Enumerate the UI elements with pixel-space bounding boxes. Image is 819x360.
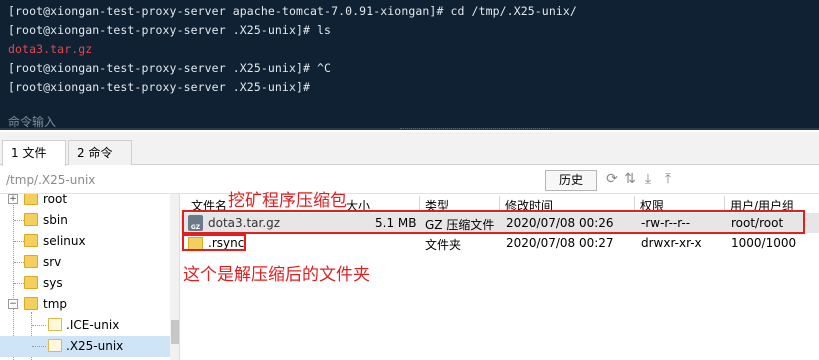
refresh-icon[interactable]: ⟳: [604, 171, 620, 187]
scrollbar-thumb[interactable]: [171, 320, 179, 344]
folder-icon: [24, 297, 38, 310]
tree-item-selected[interactable]: .X25-unix: [0, 336, 170, 357]
terminal-line: [root@xiongan-test-proxy-server .X25-uni…: [8, 80, 311, 94]
folder-icon: [24, 276, 38, 289]
folder-icon: [24, 194, 38, 205]
tree-item-label: .ICE-unix: [66, 318, 120, 332]
tree-item[interactable]: selinux: [0, 231, 170, 252]
tree-item[interactable]: − tmp: [0, 294, 170, 315]
terminal-line: [root@xiongan-test-proxy-server .X25-uni…: [8, 23, 332, 37]
download-icon[interactable]: ⤓: [640, 171, 656, 187]
tree-item-label: srv: [43, 255, 62, 269]
tree-item[interactable]: + root: [0, 194, 170, 210]
terminal-panel[interactable]: [root@xiongan-test-proxy-server apache-t…: [0, 0, 819, 129]
tree-item-label: selinux: [43, 234, 86, 248]
annotation-box-archive: [182, 210, 805, 234]
file-type: 文件夹: [425, 238, 462, 252]
tree-item-label: root: [43, 194, 68, 206]
tree-connector: [14, 262, 24, 263]
file-row[interactable]: .rsync 文件夹 2020/07/08 00:27 drwxr-xr-x 1…: [181, 233, 819, 253]
tree-item-label: sbin: [43, 213, 68, 227]
tree-item[interactable]: sys: [0, 273, 170, 294]
tab-commands[interactable]: 2 命令: [68, 140, 132, 165]
tree-item[interactable]: sbin: [0, 210, 170, 231]
directory-tree[interactable]: + root sbin selinux srv sys − tmp .ICE-u…: [0, 194, 180, 360]
collapse-icon[interactable]: −: [8, 299, 18, 309]
folder-icon: [24, 255, 38, 268]
annotation-archive-note: 挖矿程序压缩包: [228, 191, 347, 211]
expand-icon[interactable]: +: [8, 194, 18, 204]
tree-connector: [14, 283, 24, 284]
terminal-line-highlight: dota3.tar.gz: [8, 42, 93, 56]
sync-icon[interactable]: ⇅: [622, 171, 638, 187]
terminal-line: [root@xiongan-test-proxy-server .X25-uni…: [8, 61, 332, 75]
path-bar: /tmp/.X25-unix 历史 ⟳ ⇅ ⤓ ⤒: [0, 166, 819, 194]
annotation-folder-note: 这个是解压缩后的文件夹: [183, 265, 370, 285]
tab-files[interactable]: 1 文件: [2, 140, 66, 166]
tree-item-label: sys: [43, 276, 63, 290]
tree-connector: [14, 241, 24, 242]
tree-connector: [14, 220, 24, 221]
tree-item-label: tmp: [43, 297, 68, 311]
terminal-line: [root@xiongan-test-proxy-server apache-t…: [8, 4, 577, 18]
path-input[interactable]: /tmp/.X25-unix: [6, 173, 95, 187]
tree-item[interactable]: srv: [0, 252, 170, 273]
tree-scrollbar[interactable]: [170, 194, 179, 360]
folder-icon: [48, 318, 62, 331]
tree-item-label: .X25-unix: [66, 339, 124, 353]
upload-icon[interactable]: ⤒: [660, 171, 676, 187]
tab-bar: 1 文件 2 命令: [0, 132, 819, 166]
tree-connector: [32, 346, 46, 347]
file-permissions: drwxr-xr-x: [641, 236, 702, 250]
file-owner: 1000/1000: [731, 236, 797, 250]
tree-item[interactable]: .ICE-unix: [0, 315, 170, 336]
tree-connector: [32, 325, 46, 326]
folder-icon: [24, 213, 38, 226]
folder-icon: [48, 339, 62, 352]
folder-icon: [24, 234, 38, 247]
annotation-box-folder: [182, 234, 246, 251]
history-button[interactable]: 历史: [545, 170, 597, 191]
file-modified: 2020/07/08 00:27: [506, 236, 614, 250]
